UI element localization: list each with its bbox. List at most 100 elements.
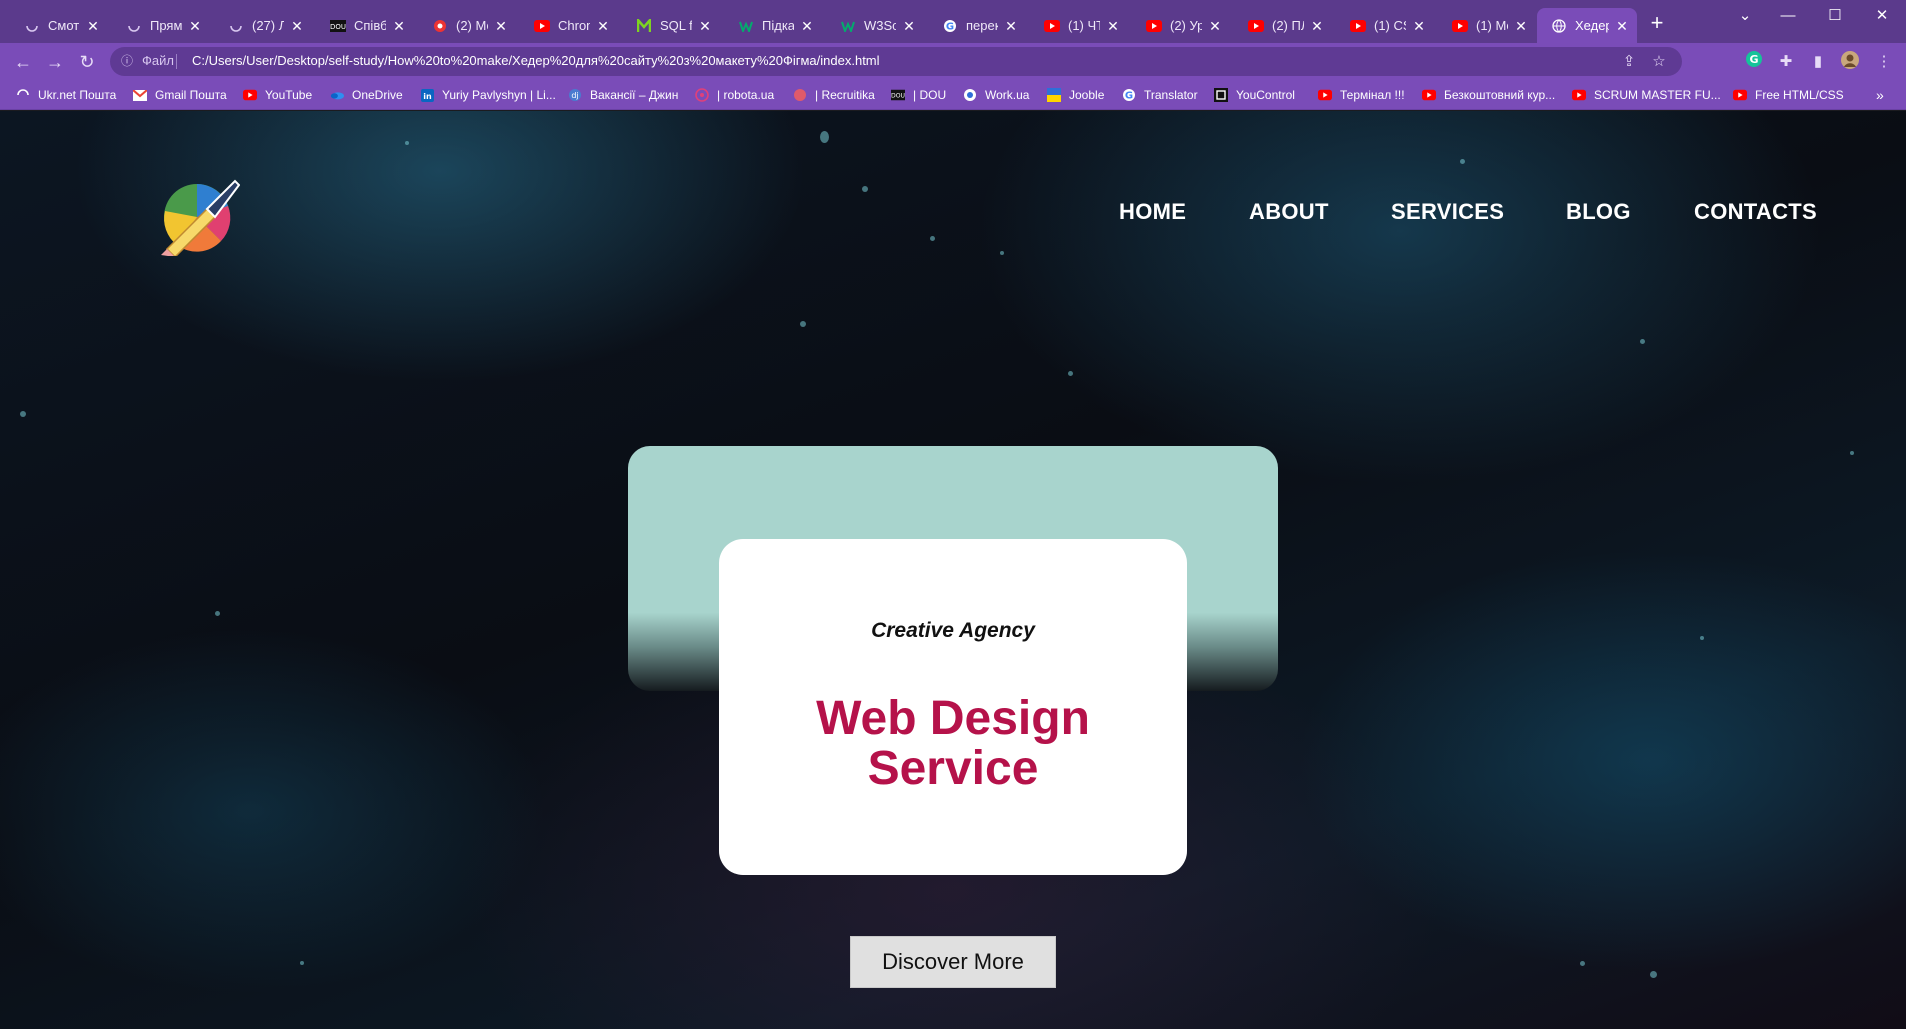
bookmark-item[interactable]: Work.ua	[963, 86, 1029, 104]
scheme-label: Файл	[142, 53, 174, 68]
tab[interactable]: Chrom ✕	[520, 8, 618, 43]
tab[interactable]: (27) Ле ✕	[214, 8, 312, 43]
site-logo[interactable]	[155, 171, 241, 259]
close-tab-icon[interactable]: ✕	[86, 19, 100, 33]
tab-title: (2) Мо	[456, 18, 488, 33]
tab-title: Смотр	[48, 18, 80, 33]
background-speck	[20, 411, 26, 417]
tab[interactable]: SQL fo ✕	[622, 8, 720, 43]
tab[interactable]: (2) Мо ✕	[418, 8, 516, 43]
svg-text:G: G	[946, 21, 954, 32]
back-arrow-icon[interactable]: ←	[10, 49, 36, 75]
extensions-puzzle-icon[interactable]: ✚	[1774, 50, 1798, 74]
youtube-icon	[1318, 88, 1332, 102]
new-tab-button[interactable]: +	[1645, 12, 1669, 36]
background-speck	[405, 141, 409, 145]
bookmark-item[interactable]: YouTube	[243, 86, 312, 104]
nav-services[interactable]: SERVICES	[1391, 199, 1504, 225]
share-icon[interactable]: ⇪	[1618, 51, 1640, 73]
medium-icon	[636, 18, 652, 34]
youtube-icon	[1350, 18, 1366, 34]
bookmark-label: Gmail Пошта	[155, 88, 227, 102]
bookmark-item[interactable]: Jooble	[1047, 86, 1104, 104]
background-speck	[215, 611, 220, 616]
forward-arrow-icon[interactable]: →	[42, 49, 68, 75]
bookmark-item[interactable]: | Recruitika	[793, 86, 875, 104]
bookmark-item[interactable]: Безкоштовний кур...	[1422, 86, 1555, 104]
maximize-button[interactable]: ☐	[1815, 4, 1855, 28]
close-tab-icon[interactable]: ✕	[1106, 19, 1120, 33]
tab[interactable]: DOU Співбе ✕	[316, 8, 414, 43]
google-icon: G	[942, 18, 958, 34]
bookmarks-overflow-icon[interactable]: »	[1876, 86, 1884, 104]
close-tab-icon[interactable]: ✕	[1514, 19, 1528, 33]
svg-text:DOU: DOU	[330, 23, 346, 31]
hero-card: Creative Agency Web Design Service	[719, 539, 1187, 875]
reload-icon[interactable]: ↻	[74, 49, 100, 75]
tab[interactable]: Прями ✕	[112, 8, 210, 43]
tab-title: (2) Уро	[1170, 18, 1202, 33]
bookmark-item[interactable]: in Yuriy Pavlyshyn | Li...	[420, 86, 556, 104]
tab[interactable]: G перекл ✕	[928, 8, 1026, 43]
close-tab-icon[interactable]: ✕	[1208, 19, 1222, 33]
close-tab-icon[interactable]: ✕	[1310, 19, 1324, 33]
bookmark-item[interactable]: Gmail Пошта	[133, 86, 227, 104]
more-menu-icon[interactable]: ⋮	[1872, 50, 1896, 74]
bookmark-label: YouControl	[1236, 88, 1295, 102]
close-tab-icon[interactable]: ✕	[1412, 19, 1426, 33]
bookmark-item[interactable]: DOU | DOU	[891, 86, 946, 104]
bookmark-item[interactable]: SCRUM MASTER FU...	[1572, 86, 1721, 104]
tab[interactable]: Підказ ✕	[724, 8, 822, 43]
bookmark-item[interactable]: Ukr.net Пошта	[16, 86, 116, 104]
close-tab-icon[interactable]: ✕	[290, 19, 304, 33]
bookmark-star-icon[interactable]: ☆	[1648, 51, 1670, 73]
close-tab-icon[interactable]: ✕	[1615, 19, 1629, 33]
bookmark-item[interactable]: Термінал !!!	[1318, 86, 1405, 104]
bookmark-label: | robota.ua	[717, 88, 775, 102]
bookmark-item[interactable]: YouControl	[1214, 86, 1295, 104]
close-tab-icon[interactable]: ✕	[188, 19, 202, 33]
close-tab-icon[interactable]: ✕	[596, 19, 610, 33]
nav-about[interactable]: ABOUT	[1249, 199, 1329, 225]
url-text[interactable]: C:/Users/User/Desktop/self-study/How%20t…	[192, 53, 880, 68]
close-tab-icon[interactable]: ✕	[494, 19, 508, 33]
bookmark-item[interactable]: G Translator	[1122, 86, 1198, 104]
info-icon[interactable]: ⓘ	[118, 52, 136, 70]
tab-title: (1) CSS	[1374, 18, 1406, 33]
close-tab-icon[interactable]: ✕	[902, 19, 916, 33]
nav-contacts[interactable]: CONTACTS	[1694, 199, 1817, 225]
profile-avatar[interactable]	[1838, 50, 1862, 74]
close-tab-icon[interactable]: ✕	[1004, 19, 1018, 33]
w3schools-icon	[738, 18, 754, 34]
tab-title: (1) Me	[1476, 18, 1508, 33]
tab-title: Співбе	[354, 18, 386, 33]
tab[interactable]: (2) Уро ✕	[1132, 8, 1230, 43]
hero-title: Web Design Service	[816, 692, 1090, 795]
tab[interactable]: (2) ПЛ ✕	[1234, 8, 1332, 43]
close-tab-icon[interactable]: ✕	[698, 19, 712, 33]
nav-blog[interactable]: BLOG	[1566, 199, 1631, 225]
bookmark-item[interactable]: | robota.ua	[695, 86, 774, 104]
minimize-button[interactable]: —	[1768, 4, 1808, 28]
nav-home[interactable]: HOME	[1119, 199, 1186, 225]
side-panel-icon[interactable]: ▮	[1806, 50, 1830, 74]
tab-search-icon[interactable]: ⌄	[1725, 4, 1765, 28]
bookmark-item[interactable]: OneDrive	[330, 86, 403, 104]
address-bar[interactable]: ⓘ Файл C:/Users/User/Desktop/self-study/…	[110, 47, 1682, 76]
grammarly-icon[interactable]: G	[1742, 50, 1766, 74]
bookmark-item[interactable]: Free HTML/CSS	[1733, 86, 1844, 104]
tab[interactable]: Смотр ✕	[10, 8, 108, 43]
bookmark-label: Yuriy Pavlyshyn | Li...	[442, 88, 556, 102]
tab-active[interactable]: Хедер ✕	[1537, 8, 1637, 43]
bookmark-item[interactable]: dj Вакансії – Джин	[568, 86, 678, 104]
close-window-button[interactable]: ✕	[1862, 4, 1902, 28]
close-tab-icon[interactable]: ✕	[800, 19, 814, 33]
discover-more-button[interactable]: Discover More	[850, 936, 1056, 988]
google-icon: G	[1122, 88, 1136, 102]
tab[interactable]: (1) CSS ✕	[1336, 8, 1434, 43]
tab[interactable]: W3Sch ✕	[826, 8, 924, 43]
page-viewport: HOME ABOUT SERVICES BLOG CONTACTS Creati…	[0, 111, 1906, 1029]
tab[interactable]: (1) Me ✕	[1438, 8, 1536, 43]
tab[interactable]: (1) ЧТЕ ✕	[1030, 8, 1128, 43]
close-tab-icon[interactable]: ✕	[392, 19, 406, 33]
